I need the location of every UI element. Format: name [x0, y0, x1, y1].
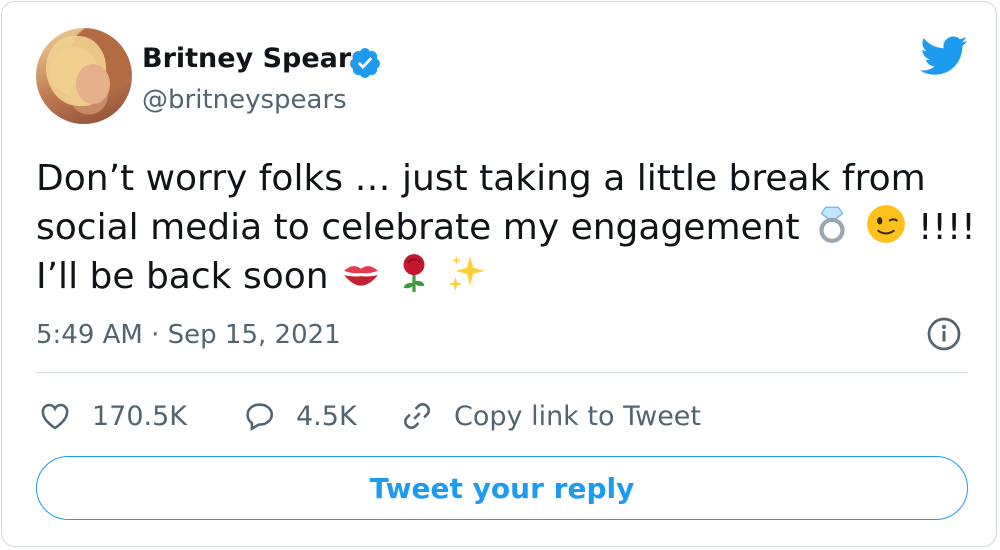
tweet-text-line-2: social media to celebrate my engagement … — [36, 203, 976, 252]
heart-icon — [41, 403, 69, 430]
reply-button[interactable]: 4.5K — [242, 394, 357, 438]
avatar-face — [76, 64, 110, 104]
like-button[interactable]: 170.5K — [38, 394, 187, 438]
link-icon — [404, 403, 430, 429]
twitter-bird-icon[interactable] — [920, 36, 968, 76]
tweet-text-line-2-start: social media to celebrate my engagement — [36, 207, 800, 248]
reply-count: 4.5K — [296, 400, 357, 432]
rose-emoji-icon — [403, 254, 425, 292]
author-handle[interactable]: @britneyspears — [142, 84, 347, 116]
winking-face-emoji-icon — [866, 205, 905, 243]
divider — [36, 372, 968, 373]
verified-badge-icon — [350, 48, 380, 78]
tweet-card: Britney Spears @britneyspears Don’t worr… — [1, 1, 997, 547]
kiss-mark-emoji-icon — [344, 266, 378, 286]
tweet-text-line-1: Don’t worry folks … just taking a little… — [36, 158, 926, 199]
tweet-text: Don’t worry folks … just taking a little… — [36, 154, 976, 301]
tweet-text-line-3: I’ll be back soon — [36, 252, 976, 301]
copy-link-label: Copy link to Tweet — [454, 400, 702, 432]
tweet-reply-button[interactable]: Tweet your reply — [36, 456, 968, 520]
tweet-text-line-3-start: I’ll be back soon — [36, 256, 329, 297]
sparkles-emoji-icon — [448, 256, 485, 291]
tweet-text-line-2-end: !!!! — [917, 207, 976, 248]
tweet-timestamp[interactable]: 5:49 AM · Sep 15, 2021 — [36, 318, 341, 352]
ring-emoji-icon — [819, 206, 845, 243]
like-count: 170.5K — [92, 400, 188, 432]
avatar[interactable] — [36, 28, 132, 124]
info-icon[interactable] — [926, 316, 962, 352]
author-name[interactable]: Britney Spears — [142, 42, 367, 76]
copy-link-button[interactable]: Copy link to Tweet — [400, 394, 701, 438]
speech-bubble-icon — [246, 403, 273, 432]
